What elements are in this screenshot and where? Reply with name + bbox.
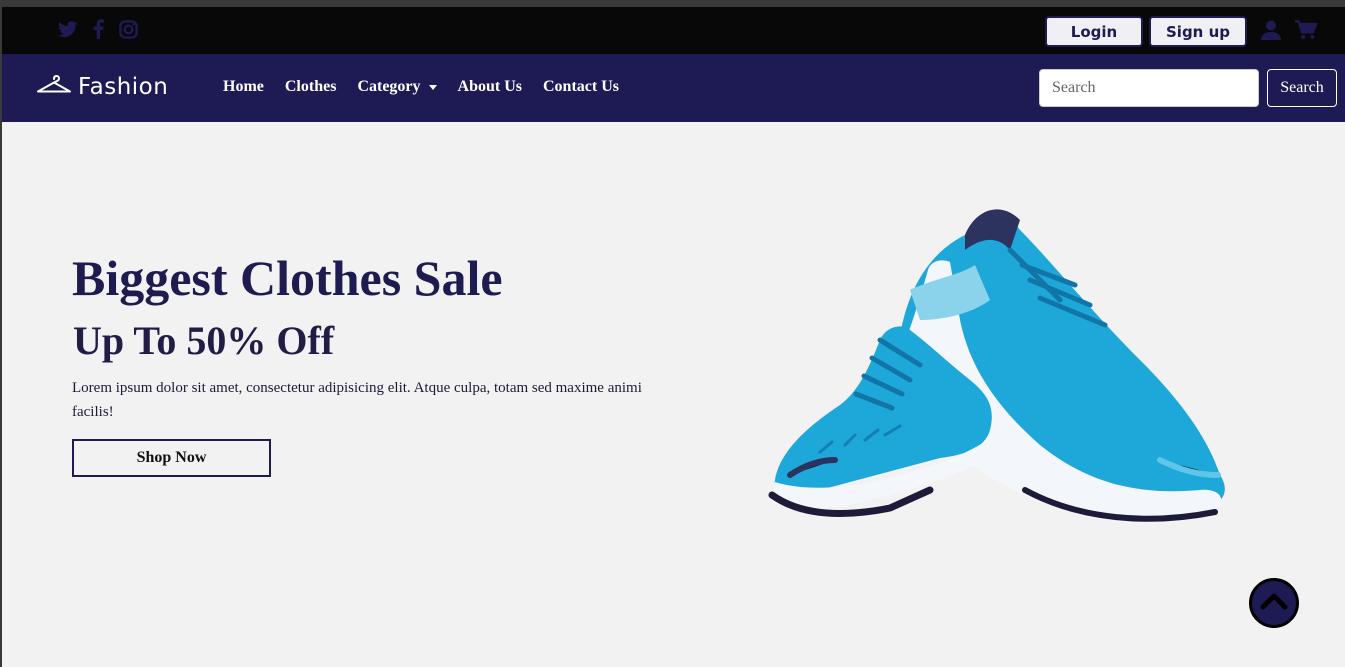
sneakers-image	[760, 190, 1240, 540]
nav-about-us[interactable]: About Us	[458, 78, 522, 96]
hero-title: Biggest Clothes Sale	[72, 250, 503, 306]
brand-logo[interactable]: Fashion	[36, 73, 168, 100]
facebook-icon[interactable]	[88, 18, 108, 40]
hanger-icon	[36, 73, 72, 100]
nav-contact-us[interactable]: Contact Us	[543, 78, 619, 96]
scroll-to-top-button[interactable]	[1249, 578, 1299, 628]
social-links	[58, 18, 138, 40]
navbar: Fashion Home Clothes Category About Us C…	[2, 54, 1345, 122]
hero-description: Lorem ipsum dolor sit amet, consectetur …	[72, 380, 642, 420]
instagram-icon[interactable]	[118, 18, 138, 40]
brand-name: Fashion	[78, 73, 169, 100]
caret-down-icon	[428, 84, 437, 90]
window-edge-top	[0, 0, 1345, 7]
search-button[interactable]: Search	[1267, 69, 1337, 107]
twitter-icon[interactable]	[58, 18, 78, 40]
nav-category-label: Category	[357, 78, 421, 95]
nav-home[interactable]: Home	[223, 78, 264, 96]
shop-now-button[interactable]: Shop Now	[72, 439, 271, 477]
search-input[interactable]	[1039, 69, 1259, 107]
nav-category-dropdown[interactable]: Category	[357, 78, 437, 96]
auth-buttons: Login Sign up	[1045, 16, 1247, 47]
top-bar: Login Sign up	[2, 7, 1345, 54]
signup-button[interactable]: Sign up	[1149, 16, 1247, 47]
cart-icon[interactable]	[1295, 20, 1318, 45]
nav-links: Home Clothes Category About Us Contact U…	[223, 78, 619, 96]
user-icon[interactable]	[1261, 20, 1281, 45]
hero-subtitle: Up To 50% Off	[73, 318, 335, 363]
chevron-up-icon	[1260, 592, 1288, 615]
nav-clothes[interactable]: Clothes	[285, 78, 337, 96]
login-button[interactable]: Login	[1045, 16, 1143, 47]
